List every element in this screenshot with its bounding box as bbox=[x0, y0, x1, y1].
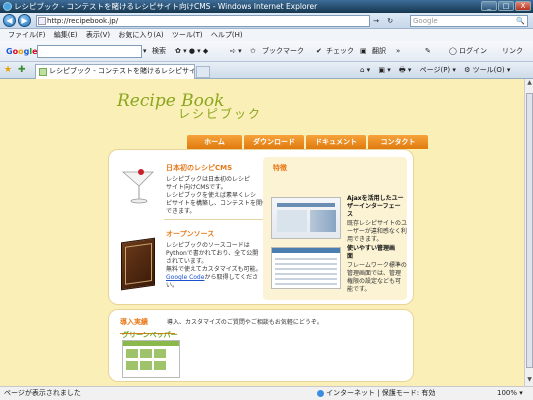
intro-body: レシピブックは日本初のレシピ サイト向けCMSです。 レシピブックを使えば素早く… bbox=[166, 176, 269, 215]
arrow-icon[interactable]: ➪ ▾ bbox=[230, 41, 242, 62]
menu-favorites[interactable]: お気に入り(A) bbox=[118, 31, 163, 39]
green-pepper-logo[interactable]: グリーンペッパー bbox=[122, 330, 178, 340]
toolbar-tools-icons[interactable]: ✿ ▾ ● ▾ ◆ bbox=[175, 41, 208, 62]
tab-title: レシピブック - コンテストを賭けるレシピサイ... bbox=[49, 67, 195, 75]
address-bar-row: ◀ ▶ http://recipebook.jp/ → ↻ X Google 🔍 bbox=[0, 13, 533, 37]
intro-title: 日本初のレシピCMS bbox=[166, 164, 233, 172]
back-button[interactable]: ◀ bbox=[3, 14, 16, 27]
admin-feature-body: フレームワーク標準の 管理画面では、管理 権限の設定なども可 能です。 bbox=[347, 262, 407, 293]
go-icon[interactable]: → bbox=[370, 15, 382, 27]
main-card: 日本初のレシピCMS レシピブックは日本初のレシピ サイト向けCMSです。 レシ… bbox=[108, 149, 414, 305]
oss-body: レシピブックのソースコードは Pythonで書かれており、全て公開 されています… bbox=[166, 242, 262, 289]
menu-file[interactable]: ファイル(F) bbox=[8, 31, 46, 39]
status-text: ページが表示されました bbox=[4, 389, 81, 397]
showcase-card: 導入実績 導入、カスタマイズのご質問やご相談もお気軽にどうぞ。 グリーンペッパー bbox=[108, 309, 414, 382]
features-panel: 特徴 Ajaxを活用したユー ザーインターフェース 既存レシピサイトのユ ーザーが違… bbox=[263, 157, 407, 300]
status-bar: ページが表示されました インターネット | 保護モード: 有効 100% ▾ bbox=[0, 386, 533, 400]
scroll-thumb[interactable] bbox=[526, 93, 533, 368]
home-icon[interactable]: ⌂ ▾ bbox=[360, 66, 370, 74]
menu-bar: ファイル(F) 編集(E) 表示(V) お気に入り(A) ツール(T) ヘルプ(… bbox=[0, 29, 533, 41]
address-tools: → ↻ X bbox=[370, 15, 408, 37]
address-url: http://recipebook.jp/ bbox=[47, 17, 119, 25]
links-button[interactable]: リンク bbox=[502, 41, 523, 62]
scroll-down-arrow[interactable]: ▼ bbox=[525, 376, 533, 386]
maximize-button[interactable]: □ bbox=[498, 1, 514, 11]
google-code-link[interactable]: Google Code bbox=[166, 274, 204, 281]
bookmark-button[interactable]: ブックマーク bbox=[262, 41, 304, 62]
command-bar: ⌂ ▾ ▣ ▾ 🖶 ▾ ページ(P) ▾ ⚙ ツール(O) ▾ bbox=[354, 62, 510, 79]
search-input[interactable]: Google 🔍 bbox=[410, 15, 528, 27]
ajax-screenshot bbox=[271, 197, 341, 239]
forward-button[interactable]: ▶ bbox=[18, 14, 31, 27]
address-input[interactable]: http://recipebook.jp/ bbox=[36, 15, 370, 27]
google-search-input[interactable] bbox=[37, 45, 142, 58]
martini-glass-image bbox=[121, 169, 154, 204]
scroll-up-arrow[interactable]: ▲ bbox=[525, 79, 533, 89]
search-placeholder: Google bbox=[413, 17, 438, 25]
zoom-level[interactable]: 100% ▾ bbox=[497, 387, 523, 400]
page-content: Recipe Book レシピブック ホーム ダウンロード ドキュメント コンタ… bbox=[0, 79, 524, 386]
oss-title: オープンソース bbox=[166, 230, 215, 238]
window-title-bar: レシピブック - コンテストを賭けるレシピサイト向けCMS - Windows … bbox=[0, 0, 533, 13]
page-menu[interactable]: ページ(P) ▾ bbox=[420, 66, 456, 74]
translate-icon[interactable]: ▣ bbox=[360, 41, 367, 62]
translate-button[interactable]: 翻訳 bbox=[372, 41, 386, 62]
nav-contact[interactable]: コンタクト bbox=[368, 135, 428, 149]
site-logo-subtitle: レシピブック bbox=[178, 107, 263, 121]
admin-feature-title: 使いやすい管理画面 bbox=[347, 245, 396, 260]
refresh-icon[interactable]: ↻ bbox=[384, 15, 396, 27]
print-icon[interactable]: 🖶 ▾ bbox=[399, 66, 411, 74]
minimize-button[interactable]: _ bbox=[481, 1, 497, 11]
login-button[interactable]: ログイン bbox=[459, 41, 487, 62]
window-title: レシピブック - コンテストを賭けるレシピサイト向けCMS - Windows … bbox=[14, 2, 318, 11]
security-zone[interactable]: インターネット | 保護モード: 有効 bbox=[317, 387, 435, 400]
tab-page-icon bbox=[39, 68, 47, 76]
new-tab-button[interactable] bbox=[196, 66, 210, 78]
tools-menu[interactable]: ⚙ ツール(O) ▾ bbox=[464, 66, 510, 74]
google-toolbar: Google ▾ 検索 ✿ ▾ ● ▾ ◆ ➪ ▾ ✩ ブックマーク ✔ チェッ… bbox=[0, 41, 533, 62]
recipe-book-image bbox=[121, 237, 155, 291]
menu-view[interactable]: 表示(V) bbox=[86, 31, 110, 39]
ajax-feature-title: Ajaxを活用したユー ザーインターフェース bbox=[347, 195, 404, 218]
login-icon[interactable]: ◯ bbox=[449, 41, 457, 62]
toolbar-overflow-icon[interactable]: » bbox=[396, 41, 400, 62]
site-nav: ホーム ダウンロード ドキュメント コンタクト bbox=[187, 135, 428, 149]
admin-screenshot bbox=[271, 247, 341, 289]
google-search-dropdown[interactable]: ▾ bbox=[143, 41, 147, 62]
bookmark-star-icon[interactable]: ✩ bbox=[250, 41, 256, 62]
nav-download[interactable]: ダウンロード bbox=[244, 135, 304, 149]
wrench-icon[interactable]: ✎ bbox=[425, 41, 431, 62]
green-pepper-screenshot[interactable] bbox=[122, 340, 180, 378]
search-icon[interactable]: 🔍 bbox=[516, 16, 525, 26]
page-icon bbox=[38, 17, 46, 25]
google-search-button[interactable]: 検索 bbox=[152, 41, 166, 62]
vertical-scrollbar[interactable]: ▲ ▼ bbox=[524, 79, 533, 386]
ajax-feature-body: 既存レシピサイトのユ ーザーが違和感なく利 用できます。 bbox=[347, 220, 408, 243]
check-icon[interactable]: ✔ bbox=[316, 41, 322, 62]
menu-help[interactable]: ヘルプ(H) bbox=[211, 31, 243, 39]
tab-active[interactable]: レシピブック - コンテストを賭けるレシピサイ... bbox=[35, 64, 195, 79]
close-button[interactable]: X bbox=[515, 1, 531, 11]
features-title: 特徴 bbox=[273, 164, 287, 172]
internet-explorer-icon bbox=[3, 2, 12, 11]
globe-icon bbox=[317, 389, 324, 397]
google-logo: Google bbox=[6, 47, 38, 56]
menu-tools[interactable]: ツール(T) bbox=[172, 31, 203, 39]
favorites-star-icon[interactable]: ★ bbox=[4, 62, 12, 79]
tab-row: ★ ✚ レシピブック - コンテストを賭けるレシピサイ... ⌂ ▾ ▣ ▾ 🖶… bbox=[0, 62, 533, 79]
nav-home[interactable]: ホーム bbox=[187, 135, 242, 149]
showcase-text: 導入、カスタマイズのご質問やご相談もお気軽にどうぞ。 bbox=[167, 319, 323, 326]
add-favorite-icon[interactable]: ✚ bbox=[18, 62, 26, 79]
window-controls: _ □ X bbox=[481, 1, 531, 11]
feeds-icon[interactable]: ▣ ▾ bbox=[378, 66, 390, 74]
nav-documents[interactable]: ドキュメント bbox=[306, 135, 366, 149]
showcase-title: 導入実績 bbox=[120, 318, 148, 326]
section-divider bbox=[164, 219, 264, 220]
menu-edit[interactable]: 編集(E) bbox=[54, 31, 78, 39]
check-button[interactable]: チェック bbox=[326, 41, 354, 62]
